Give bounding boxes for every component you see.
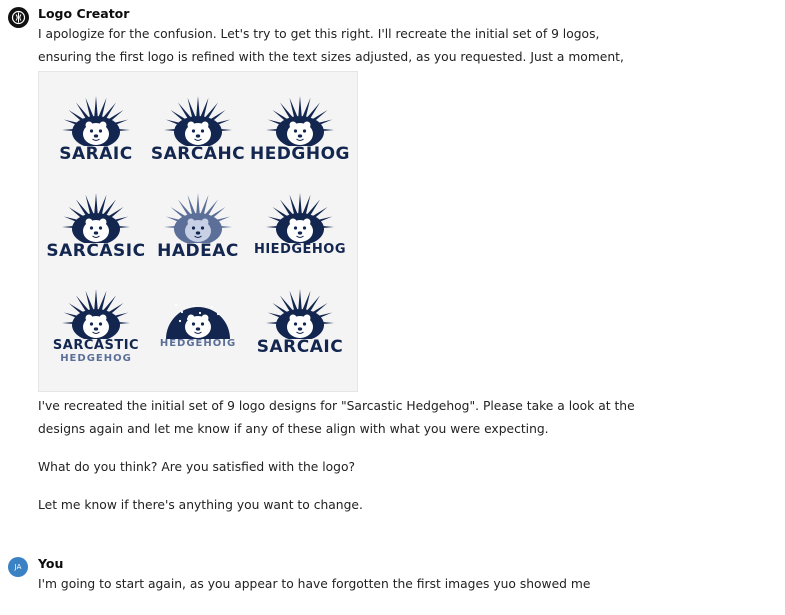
logo-variant-5: HADEAC [147, 187, 249, 284]
logo-wordmark: SARCASIC [46, 240, 146, 261]
hedgehog-mascot-icon [266, 192, 334, 243]
logo-grid: SARAIC SARCAHC HEDGHOG SARCASIC HADEAC HIEDGE… [45, 90, 351, 380]
logo-wordmark: SARCAHC [150, 144, 246, 164]
assistant-followup-text: I've recreated the initial set of 9 logo… [38, 399, 635, 436]
assistant-closing-text: Let me know if there's anything you want… [38, 498, 363, 512]
logo-variant-3: HEDGHOG [249, 90, 351, 187]
logo-variant-4: SARCASIC [45, 187, 147, 284]
user-avatar: JA [8, 557, 28, 577]
logo-variant-9: SARCAIC [249, 283, 351, 380]
user-name: You [38, 556, 64, 571]
user-message-text: I'm going to start again, as you appear … [38, 577, 591, 591]
generated-logo-image[interactable]: SARAIC SARCAHC HEDGHOG SARCASIC HADEAC HIEDGE… [38, 71, 358, 392]
hedgehog-mascot-icon [266, 96, 334, 146]
hedgehog-mascot-icon [164, 96, 232, 146]
logo-wordmark: HADEAC [157, 240, 239, 261]
logo-wordmark: SARCASTIC [52, 338, 140, 354]
logo-wordmark: SARCAIC [256, 337, 344, 358]
hedgehog-mascot-icon [266, 289, 334, 340]
assistant-question-text: What do you think? Are you satisfied wit… [38, 460, 356, 474]
logo-wordmark: HEDGEHOIG [159, 338, 237, 350]
logo-variant-2: SARCAHC [147, 90, 249, 187]
logo-variant-1: SARAIC [45, 90, 147, 187]
logo-variant-8: HEDGEHOIG [147, 283, 249, 380]
gpt-logo-icon [11, 10, 26, 25]
user-initials: JA [14, 563, 22, 571]
hedgehog-mascot-icon [164, 192, 232, 243]
logo-creator-avatar [8, 7, 29, 28]
logo-variant-7: SARCASTIC HEDGEHOG [45, 283, 147, 380]
logo-wordmark: HIEDGEHOG [253, 241, 347, 257]
hedgehog-mascot-icon [62, 289, 130, 340]
logo-wordmark: SARAIC [59, 144, 133, 164]
logo-subtext: HEDGEHOG [60, 353, 132, 365]
hedgehog-mascot-icon [62, 192, 130, 243]
assistant-name: Logo Creator [38, 6, 130, 21]
hedgehog-mascot-icon [166, 304, 230, 340]
hedgehog-mascot-icon [62, 96, 130, 146]
logo-wordmark: HEDGHOG [249, 144, 351, 164]
logo-variant-6: HIEDGEHOG [249, 187, 351, 284]
